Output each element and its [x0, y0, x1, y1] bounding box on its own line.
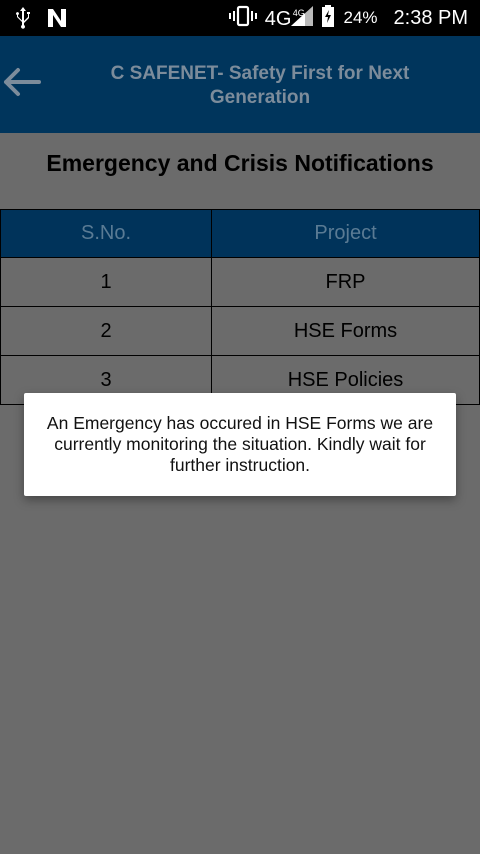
- clock: 2:38 PM: [393, 6, 468, 29]
- app-title: C SAFENET- Safety First for Next Generat…: [110, 63, 410, 108]
- page-title: Emergency and Crisis Notifications: [46, 150, 434, 176]
- vibrate-icon: [228, 5, 257, 32]
- table-cell-project[interactable]: HSE Forms: [212, 307, 480, 356]
- column-header-project: Project: [212, 209, 480, 258]
- notifications-table: S.No. Project 1 FRP 2 HSE Forms 3 HSE Po…: [0, 209, 480, 405]
- battery-charging-icon: [321, 4, 335, 32]
- table-header-row: S.No. Project: [0, 209, 480, 258]
- status-bar-left: [14, 6, 68, 35]
- column-header-sno: S.No.: [0, 209, 212, 258]
- usb-icon: [14, 6, 32, 35]
- emergency-dialog[interactable]: An Emergency has occured in HSE Forms we…: [24, 393, 456, 496]
- battery-percent: 24%: [343, 8, 378, 27]
- dialog-message: An Emergency has occured in HSE Forms we…: [46, 413, 434, 475]
- status-bar-right: 4G 4G 24% 2:38 PM: [228, 0, 468, 36]
- network-indicator: 4G 4G: [264, 5, 314, 31]
- n-notification-icon: [46, 7, 68, 34]
- network-type: 4G: [264, 7, 292, 30]
- table-cell-sno: 1: [0, 258, 212, 307]
- back-arrow-icon: [3, 67, 41, 102]
- table-cell-project[interactable]: FRP: [212, 258, 480, 307]
- status-bar: 4G 4G 24% 2:38 PM: [0, 0, 480, 36]
- back-button[interactable]: [0, 64, 44, 104]
- table-row[interactable]: 1 FRP: [0, 258, 480, 307]
- table-cell-sno: 2: [0, 307, 212, 356]
- table-row[interactable]: 2 HSE Forms: [0, 307, 480, 356]
- network-type-small: 4G: [292, 7, 305, 18]
- app-bar: C SAFENET- Safety First for Next Generat…: [0, 36, 480, 133]
